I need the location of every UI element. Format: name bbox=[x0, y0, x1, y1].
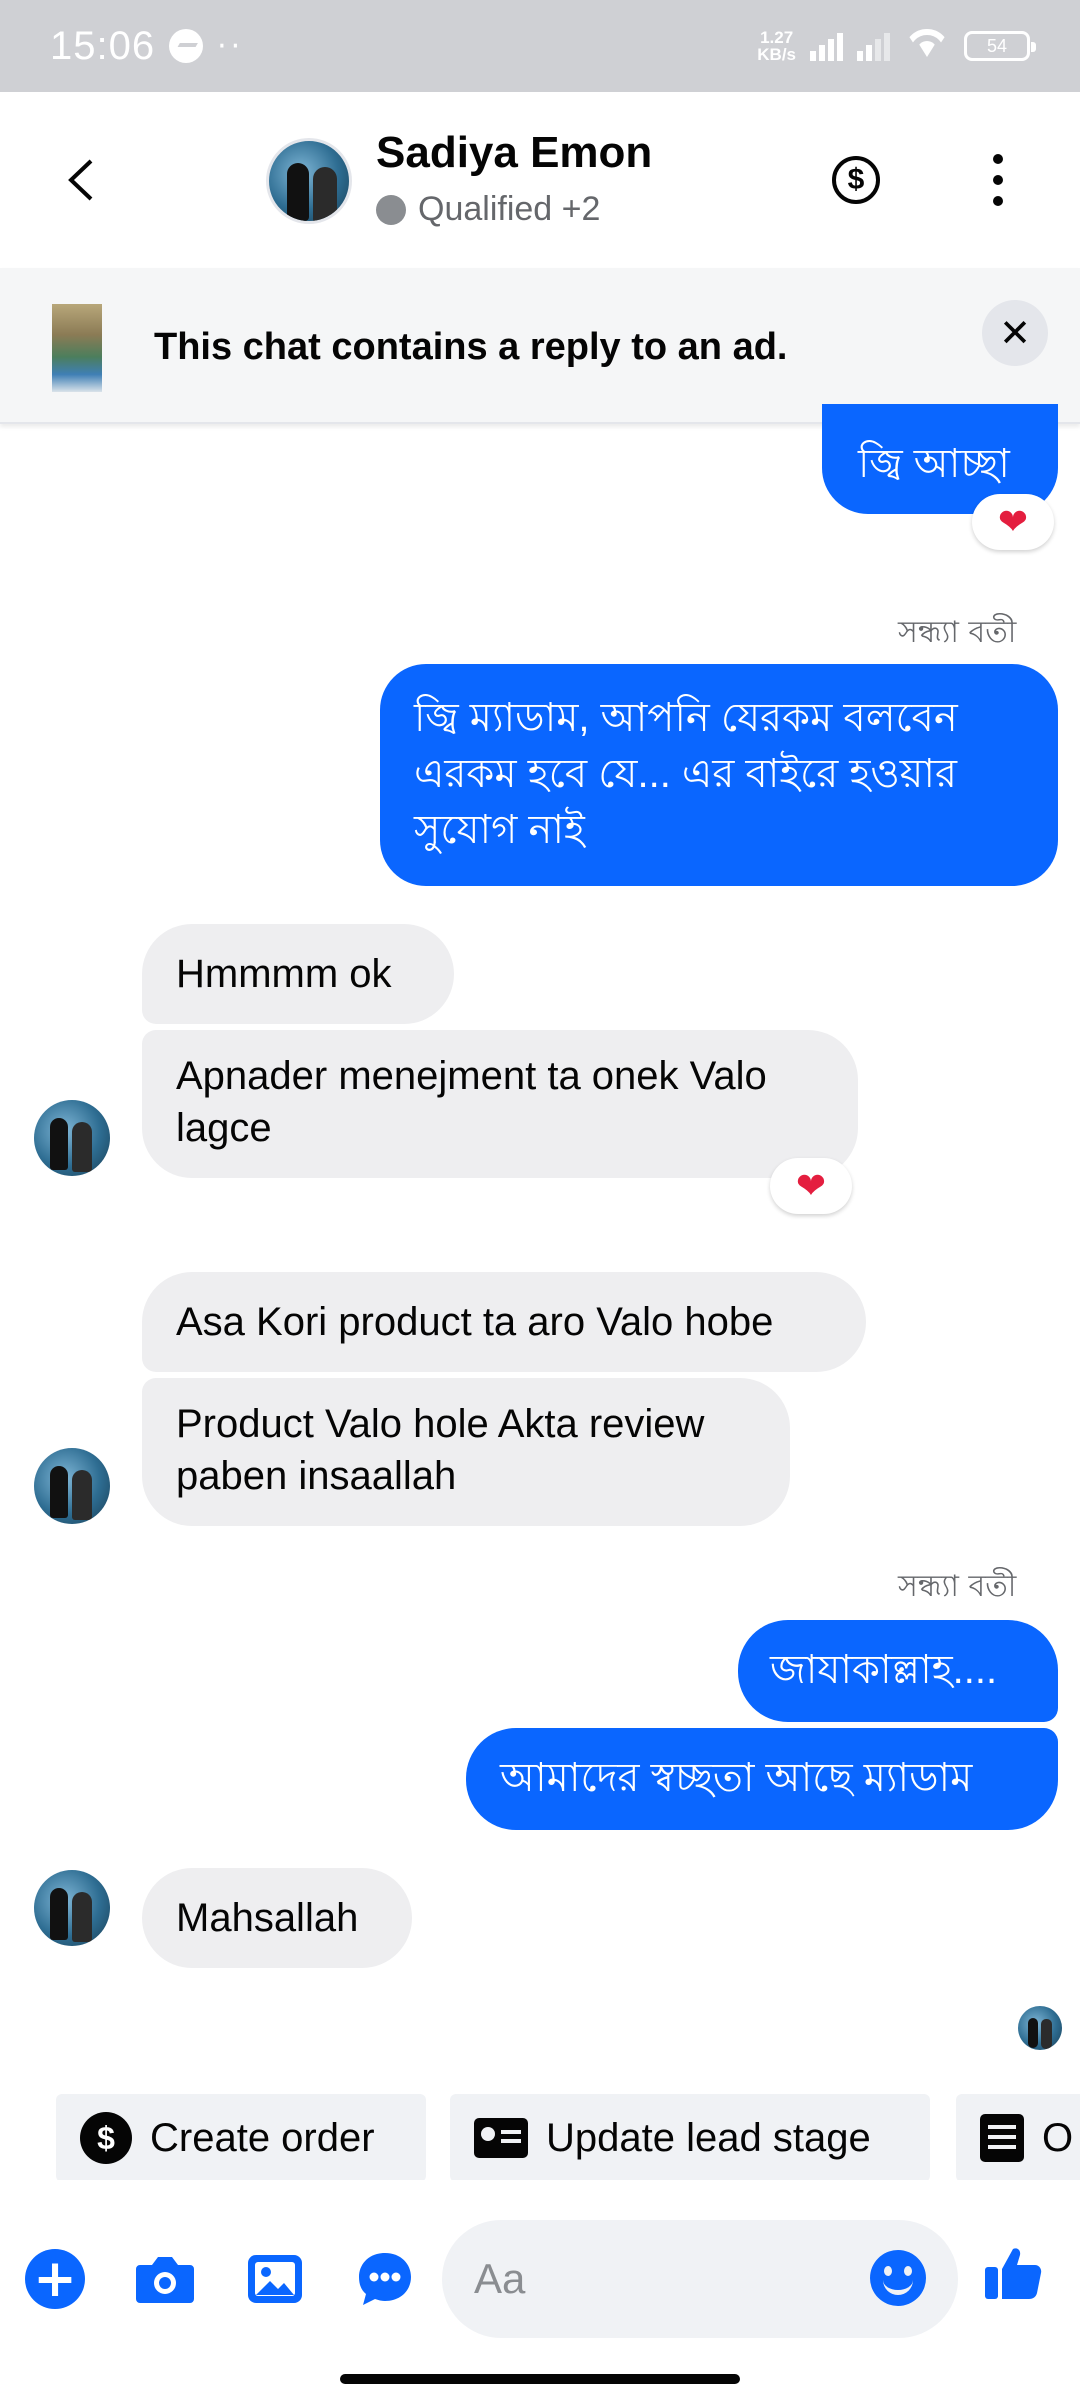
contact-status[interactable]: Qualified +2 bbox=[376, 190, 600, 229]
camera-button[interactable] bbox=[134, 2248, 196, 2310]
heart-reaction-icon: ❤ bbox=[795, 1165, 827, 1207]
network-speed-value: 1.27 bbox=[760, 28, 794, 47]
form-action-button[interactable]: O bbox=[956, 2094, 1080, 2180]
message-reaction[interactable]: ❤ bbox=[770, 1158, 852, 1214]
contact-status-label: Qualified +2 bbox=[418, 190, 601, 228]
create-order-button[interactable]: $ Create order bbox=[56, 2094, 426, 2180]
wifi-icon bbox=[904, 29, 950, 63]
contact-avatar-small[interactable] bbox=[34, 1448, 110, 1524]
heart-reaction-icon: ❤ bbox=[997, 501, 1029, 543]
message-text: Hmmmm ok bbox=[176, 952, 392, 996]
form-icon bbox=[980, 2114, 1024, 2162]
message-text-line: Apnader menejment ta onek Valo bbox=[176, 1054, 767, 1098]
ad-thumbnail[interactable] bbox=[52, 304, 102, 392]
message-bubble-outgoing[interactable]: আমাদের স্বচ্ছতা আছে ম্যাডাম bbox=[466, 1728, 1058, 1830]
message-text-line: lagce bbox=[176, 1106, 272, 1150]
message-text: জ্বি আচ্ছা bbox=[858, 442, 1010, 486]
close-banner-button[interactable]: ✕ bbox=[982, 300, 1048, 366]
message-bubble-outgoing[interactable]: জাযাকাল্লাহ.... bbox=[738, 1620, 1058, 1722]
chat-header: Sadiya Emon Qualified +2 $ bbox=[0, 92, 1080, 268]
chip-label: Create order bbox=[150, 2115, 375, 2160]
back-button[interactable] bbox=[52, 152, 108, 208]
contact-name[interactable]: Sadiya Emon bbox=[376, 128, 652, 178]
gallery-button[interactable] bbox=[244, 2248, 306, 2310]
messenger-notification-icon bbox=[169, 29, 204, 63]
message-text: Mahsallah bbox=[176, 1896, 359, 1940]
message-bubble-incoming[interactable]: Product Valo hole Akta review paben insa… bbox=[142, 1378, 790, 1526]
chip-label: Update lead stage bbox=[546, 2115, 871, 2160]
signal-icon bbox=[810, 31, 843, 61]
gallery-icon bbox=[248, 2255, 302, 2303]
sender-label: সন্ধ্যা বতী bbox=[898, 615, 1017, 650]
ad-banner-text: This chat contains a reply to an ad. bbox=[154, 326, 788, 368]
message-composer: + bbox=[0, 2210, 1080, 2340]
chat-options-button[interactable] bbox=[354, 2248, 416, 2310]
message-text-line: paben insaallah bbox=[176, 1454, 457, 1498]
chip-label: O bbox=[1042, 2115, 1074, 2160]
network-speed: 1.27 KB/s bbox=[757, 29, 796, 63]
status-bar: 15:06 ·· 1.27 KB/s 54 bbox=[0, 0, 1080, 92]
message-text: জাযাকাল্লাহ.... bbox=[770, 1648, 998, 1692]
message-text: আমাদের স্বচ্ছতা আছে ম্যাডাম bbox=[500, 1756, 973, 1800]
home-indicator[interactable] bbox=[340, 2374, 740, 2384]
ad-reply-banner: This chat contains a reply to an ad. ✕ bbox=[0, 268, 1080, 424]
contact-avatar-small[interactable] bbox=[34, 1870, 110, 1946]
more-options-button[interactable] bbox=[980, 154, 1016, 206]
dollar-circle-icon: $ bbox=[80, 2112, 132, 2164]
status-dot bbox=[376, 194, 406, 225]
message-bubble-incoming[interactable]: Mahsallah bbox=[142, 1868, 412, 1968]
message-bubble-incoming[interactable]: Apnader menejment ta onek Valo lagce bbox=[142, 1030, 858, 1178]
message-text-line: এরকম হবে যে... এর বাইরে হওয়ার bbox=[414, 752, 957, 796]
status-right: 1.27 KB/s 54 bbox=[757, 29, 1036, 63]
contact-avatar[interactable] bbox=[266, 138, 352, 224]
signal-icon-2 bbox=[857, 31, 890, 61]
message-text-line: Product Valo hole Akta review bbox=[176, 1402, 705, 1446]
contact-avatar-small[interactable] bbox=[34, 1100, 110, 1176]
payment-button[interactable]: $ bbox=[832, 156, 880, 204]
battery-level: 54 bbox=[986, 35, 1008, 56]
like-button[interactable] bbox=[982, 2242, 1044, 2304]
network-speed-unit: KB/s bbox=[757, 45, 796, 64]
camera-icon bbox=[136, 2257, 194, 2303]
message-text: Asa Kori product ta aro Valo hobe bbox=[176, 1300, 774, 1344]
message-text-line: সুযোগ নাই bbox=[414, 808, 585, 852]
read-receipt-avatar bbox=[1018, 2006, 1062, 2050]
battery-icon: 54 bbox=[964, 31, 1036, 61]
status-left: 15:06 ·· bbox=[50, 24, 244, 69]
more-vertical-icon bbox=[993, 154, 1003, 164]
chat-bubble-icon bbox=[359, 2253, 411, 2305]
message-bubble-outgoing[interactable]: জ্বি ম্যাডাম, আপনি যেরকম বলবেন এরকম হবে … bbox=[380, 664, 1058, 886]
thumbs-up-icon bbox=[985, 2248, 1042, 2299]
add-button[interactable]: + bbox=[24, 2248, 86, 2310]
message-reaction[interactable]: ❤ bbox=[972, 494, 1054, 550]
message-bubble-incoming[interactable]: Asa Kori product ta aro Valo hobe bbox=[142, 1272, 866, 1372]
emoji-icon[interactable] bbox=[870, 2250, 926, 2306]
status-time: 15:06 bbox=[50, 23, 156, 68]
contact-card-icon bbox=[474, 2118, 528, 2158]
more-notifications-icon: ·· bbox=[217, 28, 245, 64]
close-icon: ✕ bbox=[999, 311, 1031, 355]
quick-actions-bar: $ Create order Update lead stage O bbox=[0, 2090, 1080, 2180]
message-bubble-incoming[interactable]: Hmmmm ok bbox=[142, 924, 454, 1024]
chevron-left-icon bbox=[68, 159, 93, 201]
plus-icon: + bbox=[25, 2249, 85, 2309]
update-lead-stage-button[interactable]: Update lead stage bbox=[450, 2094, 930, 2180]
sender-label: সন্ধ্যা বতী bbox=[898, 1569, 1017, 1604]
dollar-circle-icon: $ bbox=[847, 163, 865, 196]
message-text-line: জ্বি ম্যাডাম, আপনি যেরকম বলবেন bbox=[414, 696, 958, 740]
